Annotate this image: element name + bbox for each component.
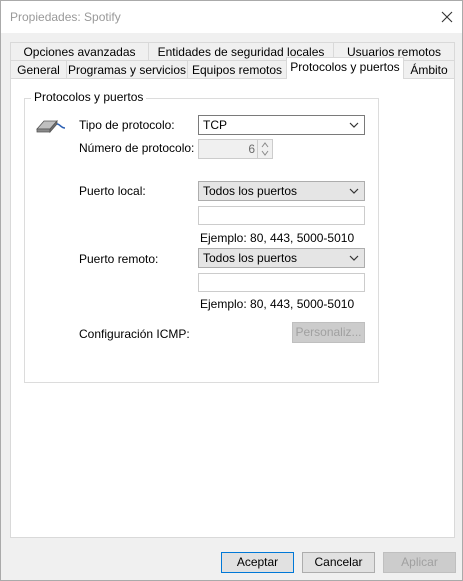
ok-label: Aceptar: [236, 555, 279, 569]
local-port-example: Ejemplo: 80, 443, 5000-5010: [200, 231, 355, 245]
icmp-label: Configuración ICMP:: [79, 327, 190, 341]
remote-port-label: Puerto remoto:: [79, 252, 159, 266]
local-port-label: Puerto local:: [79, 184, 146, 198]
tab-label: General: [17, 63, 60, 77]
tab-ambito[interactable]: Ámbito: [403, 60, 455, 78]
chevron-down-icon: [349, 255, 359, 261]
remote-port-example: Ejemplo: 80, 443, 5000-5010: [200, 297, 355, 311]
protocol-number-value: 6: [248, 142, 255, 156]
tab-programas-servicios[interactable]: Programas y servicios: [66, 60, 188, 78]
tab-general[interactable]: General: [10, 60, 67, 78]
network-cable-icon: [36, 119, 66, 134]
spin-down-icon[interactable]: [261, 150, 269, 156]
protocol-type-value: TCP: [203, 118, 227, 132]
close-button[interactable]: [433, 3, 461, 31]
tab-label: Protocolos y puertos: [290, 60, 400, 74]
chevron-down-icon: [349, 188, 359, 194]
close-icon: [441, 11, 453, 23]
tab-label: Equipos remotos: [191, 63, 283, 77]
tab-equipos-remotos[interactable]: Equipos remotos: [187, 60, 287, 78]
chevron-down-icon: [349, 122, 359, 128]
remote-port-input[interactable]: [198, 273, 365, 292]
tab-protocolos-puertos[interactable]: Protocolos y puertos: [286, 57, 404, 79]
remote-port-value: Todos los puertos: [203, 251, 298, 265]
apply-button[interactable]: Aplicar: [383, 552, 456, 573]
icmp-customize-button[interactable]: Personaliz...: [292, 322, 365, 343]
properties-window: Propiedades: Spotify Opciones avanzadas …: [0, 0, 463, 581]
tab-opciones-avanzadas[interactable]: Opciones avanzadas: [10, 42, 149, 60]
tab-panel: Protocolos y puertos Tipo de protocolo: …: [10, 78, 455, 538]
tab-label: Opciones avanzadas: [23, 45, 136, 59]
local-port-input[interactable]: [198, 206, 365, 225]
tab-label: Programas y servicios: [67, 63, 187, 77]
cancel-label: Cancelar: [314, 555, 363, 569]
protocol-number-label: Número de protocolo:: [79, 141, 195, 155]
local-port-dropdown[interactable]: Todos los puertos: [198, 181, 365, 201]
local-port-value: Todos los puertos: [203, 184, 298, 198]
protocol-number-spinner[interactable]: 6: [198, 139, 273, 159]
cancel-button[interactable]: Cancelar: [302, 552, 375, 573]
window-title: Propiedades: Spotify: [10, 10, 121, 24]
group-title: Protocolos y puertos: [31, 90, 147, 104]
apply-label: Aplicar: [401, 555, 438, 569]
spin-up-icon[interactable]: [261, 142, 269, 148]
icmp-customize-label: Personaliz...: [295, 325, 362, 339]
remote-port-dropdown[interactable]: Todos los puertos: [198, 248, 365, 268]
spinner-buttons: [257, 140, 272, 158]
tab-label: Ámbito: [410, 63, 448, 77]
protocol-type-label: Tipo de protocolo:: [79, 118, 175, 132]
protocols-ports-group: Protocolos y puertos Tipo de protocolo: …: [24, 90, 379, 383]
ok-button[interactable]: Aceptar: [221, 552, 294, 573]
protocol-type-dropdown[interactable]: TCP: [198, 115, 365, 135]
title-bar: Propiedades: Spotify: [1, 1, 462, 33]
